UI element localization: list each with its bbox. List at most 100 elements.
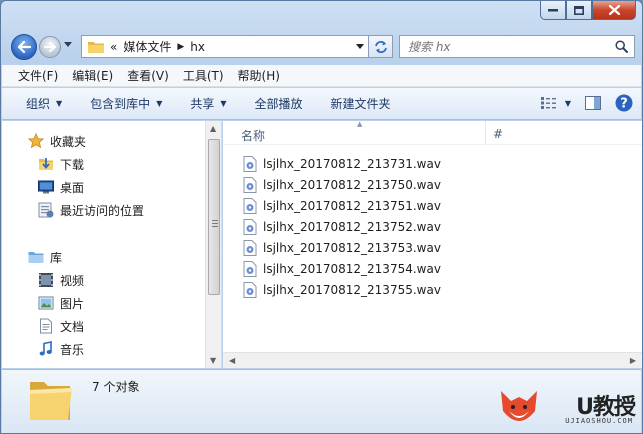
search-input[interactable] bbox=[408, 39, 615, 54]
watermark-subtext: UJIAOSHOU.COM bbox=[565, 417, 633, 425]
file-row[interactable]: lsjlhx_20170812_213754.wav bbox=[243, 259, 441, 279]
grip-icon bbox=[212, 220, 218, 227]
file-row[interactable]: lsjlhx_20170812_213751.wav bbox=[243, 196, 441, 216]
navigation-pane: 收藏夹 下载 桌面 最近访问的位置 库 视频 图片 文档 音乐 ▲ ▼ bbox=[2, 121, 222, 368]
address-bar[interactable]: « 媒体文件 ▶ hx bbox=[81, 35, 369, 58]
menu-bar: 文件(F) 编辑(E) 查看(V) 工具(T) 帮助(H) bbox=[2, 65, 641, 87]
wav-file-icon bbox=[243, 261, 257, 277]
file-name: lsjlhx_20170812_213731.wav bbox=[263, 157, 441, 171]
nav-desktop-label: 桌面 bbox=[60, 180, 85, 195]
search-box[interactable] bbox=[399, 35, 635, 58]
chevron-down-icon: ▼ bbox=[56, 99, 63, 108]
library-icon bbox=[28, 252, 44, 263]
svg-text:?: ? bbox=[620, 97, 628, 112]
forward-button[interactable] bbox=[39, 36, 61, 58]
nav-item-libraries[interactable]: 库 bbox=[28, 247, 62, 267]
include-library-button[interactable]: 包含到库中 ▼ bbox=[90, 95, 162, 112]
back-button[interactable] bbox=[11, 34, 37, 60]
explorer-window: « 媒体文件 ▶ hx 文件(F) 编辑(E) bbox=[0, 0, 643, 434]
details-pane: 7 个对象 U教授 UJIAOSHOU.COM bbox=[2, 369, 641, 433]
nav-downloads-label: 下载 bbox=[60, 157, 85, 172]
document-icon bbox=[40, 318, 52, 334]
share-button[interactable]: 共享 ▼ bbox=[190, 95, 226, 112]
wav-file-icon bbox=[243, 156, 257, 172]
preview-pane-icon[interactable] bbox=[585, 96, 601, 110]
file-row[interactable]: lsjlhx_20170812_213731.wav bbox=[243, 154, 441, 174]
file-row[interactable]: lsjlhx_20170812_213752.wav bbox=[243, 217, 441, 237]
wav-file-icon bbox=[243, 240, 257, 256]
menu-help[interactable]: 帮助(H) bbox=[238, 67, 280, 84]
chevron-down-icon: ▼ bbox=[156, 99, 163, 108]
nav-item-music[interactable]: 音乐 bbox=[38, 339, 84, 359]
view-options-button[interactable]: ▼ bbox=[540, 97, 571, 109]
music-note-icon bbox=[39, 341, 52, 356]
nav-documents-label: 文档 bbox=[60, 319, 85, 334]
minimize-button[interactable] bbox=[540, 1, 566, 20]
nav-pictures-label: 图片 bbox=[60, 296, 85, 311]
column-divider[interactable] bbox=[485, 121, 486, 145]
breadcrumb-overflow[interactable]: « bbox=[110, 40, 117, 54]
nav-item-videos[interactable]: 视频 bbox=[38, 270, 84, 290]
play-all-label: 全部播放 bbox=[254, 97, 303, 111]
nav-item-favorites[interactable]: 收藏夹 bbox=[28, 131, 86, 151]
arrow-right-icon bbox=[44, 42, 56, 52]
file-row[interactable]: lsjlhx_20170812_213755.wav bbox=[243, 280, 441, 300]
scroll-up-icon[interactable]: ▲ bbox=[210, 124, 216, 133]
nav-recent-label: 最近访问的位置 bbox=[60, 203, 145, 218]
folder-icon bbox=[88, 42, 104, 53]
nav-videos-label: 视频 bbox=[60, 273, 85, 288]
scroll-right-icon[interactable]: ▶ bbox=[630, 356, 636, 365]
nav-item-pictures[interactable]: 图片 bbox=[38, 293, 84, 313]
organize-button[interactable]: 组织 ▼ bbox=[26, 95, 62, 112]
watermark: U教授 UJIAOSHOU.COM bbox=[491, 375, 641, 433]
chevron-right-icon[interactable]: ▶ bbox=[177, 42, 184, 52]
refresh-button[interactable] bbox=[369, 35, 393, 58]
scroll-down-icon[interactable]: ▼ bbox=[210, 356, 216, 365]
nav-scrollbar[interactable]: ▲ ▼ bbox=[205, 121, 221, 368]
nav-music-label: 音乐 bbox=[60, 342, 85, 357]
picture-icon bbox=[38, 296, 54, 310]
close-button[interactable] bbox=[592, 1, 636, 20]
breadcrumb-hx[interactable]: hx bbox=[190, 40, 205, 54]
address-dropdown-icon[interactable] bbox=[356, 44, 364, 49]
nav-item-documents[interactable]: 文档 bbox=[38, 316, 84, 336]
file-list-scrollbar[interactable]: ◀ ▶ bbox=[223, 352, 642, 368]
menu-file[interactable]: 文件(F) bbox=[18, 67, 58, 84]
new-folder-button[interactable]: 新建文件夹 bbox=[331, 95, 391, 112]
nav-item-desktop[interactable]: 桌面 bbox=[38, 177, 84, 197]
fox-logo-icon bbox=[501, 391, 537, 421]
maximize-button[interactable] bbox=[566, 1, 592, 20]
view-list-icon bbox=[540, 97, 556, 109]
help-icon[interactable]: ? bbox=[615, 94, 633, 112]
arrow-left-icon bbox=[17, 41, 31, 53]
address-row: « 媒体文件 ▶ hx bbox=[9, 32, 635, 60]
nav-scroll-thumb[interactable] bbox=[208, 139, 220, 295]
wav-file-icon bbox=[243, 282, 257, 298]
menu-tools[interactable]: 工具(T) bbox=[183, 67, 224, 84]
chevron-down-icon: ▼ bbox=[220, 99, 227, 108]
column-name[interactable]: 名称 bbox=[241, 127, 265, 144]
file-list-pane: ▲ 名称 # lsjlhx_20170812_213731.wav lsjlhx… bbox=[223, 120, 642, 368]
search-icon[interactable] bbox=[615, 40, 628, 53]
refresh-icon bbox=[374, 40, 387, 53]
maximize-icon bbox=[574, 5, 584, 15]
wav-file-icon bbox=[243, 198, 257, 214]
breadcrumb-media-folder[interactable]: 媒体文件 bbox=[123, 38, 171, 55]
play-all-button[interactable]: 全部播放 bbox=[255, 95, 303, 112]
file-row[interactable]: lsjlhx_20170812_213753.wav bbox=[243, 238, 441, 258]
recent-places-icon bbox=[38, 202, 54, 218]
recent-pages-dropdown-icon[interactable] bbox=[64, 42, 72, 47]
folder-icon bbox=[30, 382, 72, 420]
nav-item-recent[interactable]: 最近访问的位置 bbox=[38, 200, 144, 220]
file-name: lsjlhx_20170812_213755.wav bbox=[263, 283, 441, 297]
nav-item-downloads[interactable]: 下载 bbox=[38, 154, 84, 174]
column-number[interactable]: # bbox=[493, 127, 503, 141]
scroll-left-icon[interactable]: ◀ bbox=[229, 356, 235, 365]
chevron-down-icon: ▼ bbox=[564, 98, 571, 108]
item-count: 7 个对象 bbox=[92, 380, 140, 394]
menu-view[interactable]: 查看(V) bbox=[127, 67, 169, 84]
file-name: lsjlhx_20170812_213754.wav bbox=[263, 262, 441, 276]
share-label: 共享 bbox=[190, 97, 215, 111]
file-row[interactable]: lsjlhx_20170812_213750.wav bbox=[243, 175, 441, 195]
menu-edit[interactable]: 编辑(E) bbox=[72, 67, 113, 84]
